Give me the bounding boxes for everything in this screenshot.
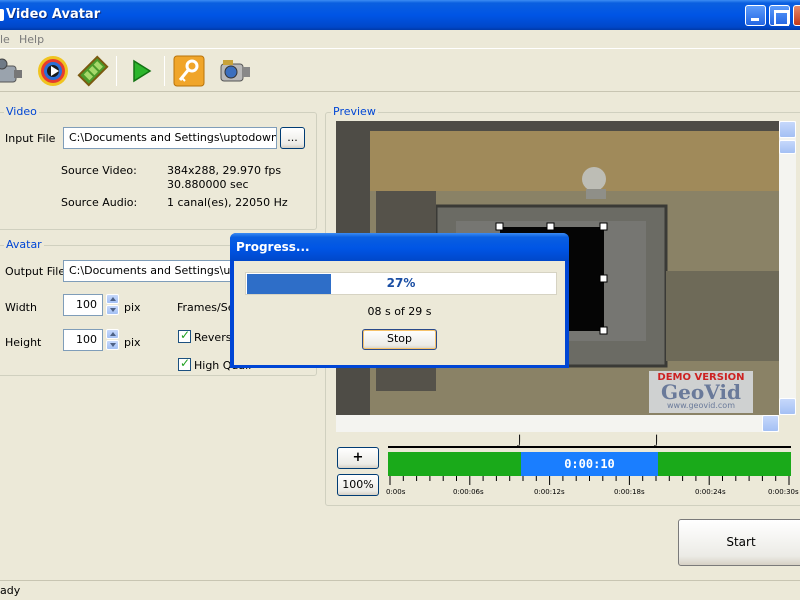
tick-label: 0:00:06s <box>453 488 484 496</box>
source-audio-value: 1 canal(es), 22050 Hz <box>167 196 288 209</box>
scroll-down-icon[interactable] <box>779 398 796 415</box>
progress-dialog-body: 27% 08 s of 29 s Stop <box>234 261 565 365</box>
width-unit: pix <box>124 301 141 314</box>
height-field[interactable]: 100 <box>63 329 103 351</box>
progress-dialog: Progress... 27% 08 s of 29 s Stop <box>230 233 569 368</box>
minimize-button[interactable] <box>745 5 766 26</box>
start-button[interactable]: Start <box>678 519 800 566</box>
status-text: ady <box>0 584 21 597</box>
preview-group-title: Preview <box>331 105 378 118</box>
app-icon <box>0 9 4 21</box>
source-video-label: Source Video: <box>61 164 137 177</box>
selection-end-marker[interactable]: ⌡ <box>654 436 659 447</box>
toolbar <box>0 50 800 92</box>
width-field[interactable]: 100 <box>63 294 103 316</box>
stop-button[interactable]: Stop <box>362 329 437 350</box>
timeline-selection[interactable]: 0:00:10 <box>521 452 658 476</box>
scroll-thumb[interactable] <box>779 140 796 154</box>
height-unit: pix <box>124 336 141 349</box>
scroll-up-icon[interactable] <box>779 121 796 138</box>
width-stepper[interactable] <box>106 294 119 316</box>
source-duration-value: 30.880000 sec <box>167 178 249 191</box>
zoom-in-button[interactable]: + <box>337 447 379 469</box>
tick-label: 0:00:24s <box>695 488 726 496</box>
scroll-right-icon[interactable] <box>762 415 779 432</box>
height-stepper[interactable] <box>106 329 119 351</box>
title-bar: Video Avatar <box>0 0 800 30</box>
camcorder-icon[interactable] <box>218 54 252 88</box>
progress-dialog-title-bar: Progress... <box>230 233 569 261</box>
window-title: Video Avatar <box>6 7 101 22</box>
high-quality-checkbox[interactable] <box>178 356 191 371</box>
toolbar-separator <box>164 56 165 86</box>
menu-file[interactable]: le <box>0 33 10 46</box>
film-icon[interactable] <box>76 54 110 88</box>
progress-dialog-title: Progress... <box>236 240 310 254</box>
source-audio-label: Source Audio: <box>61 196 138 209</box>
toolbar-separator <box>116 56 117 86</box>
frames-per-second-label: Frames/Se <box>177 301 235 314</box>
progress-detail: 08 s of 29 s <box>367 305 432 318</box>
close-button[interactable] <box>793 5 800 26</box>
preview-vertical-scrollbar[interactable] <box>779 121 796 415</box>
browse-input-button[interactable]: ... <box>280 127 305 149</box>
reverse-checkbox[interactable] <box>178 328 191 343</box>
watermark: DEMO VERSION GeoVid www.geovid.com <box>649 371 753 413</box>
video-camera-icon[interactable] <box>0 54 24 88</box>
tick-label: 0:00:12s <box>534 488 565 496</box>
output-file-label: Output File <box>5 265 66 278</box>
status-bar: ady <box>0 580 800 600</box>
input-file-field[interactable]: C:\Documents and Settings\uptodown-3\ <box>63 127 277 149</box>
key-icon[interactable] <box>172 54 206 88</box>
height-label: Height <box>5 336 42 349</box>
timeline-ruler <box>389 476 790 485</box>
play-disc-icon[interactable] <box>36 54 70 88</box>
preview-horizontal-scrollbar[interactable] <box>336 415 779 432</box>
progress-percent: 27% <box>386 276 416 290</box>
video-group-title: Video <box>4 105 39 118</box>
input-file-label: Input File <box>5 132 56 145</box>
width-label: Width <box>5 301 37 314</box>
tick-label: 0:00:18s <box>614 488 645 496</box>
progress-bar: 27% <box>245 272 557 295</box>
source-video-value: 384x288, 29.970 fps <box>167 164 282 177</box>
timeline-top-line <box>388 446 791 448</box>
menu-bar: le Help <box>0 30 800 49</box>
menu-help[interactable]: Help <box>19 33 44 46</box>
play-icon[interactable] <box>124 54 158 88</box>
avatar-group-title: Avatar <box>4 238 44 251</box>
tick-label: 0:00:30s <box>768 488 799 496</box>
maximize-button[interactable] <box>769 5 790 26</box>
tick-label: 0:00s <box>386 488 406 496</box>
zoom-level-button[interactable]: 100% <box>337 474 379 496</box>
output-file-field[interactable]: C:\Documents and Settings\upto <box>63 260 243 282</box>
watermark-brand: GeoVid <box>661 380 741 404</box>
selection-start-marker[interactable]: ⌡ <box>517 436 522 447</box>
